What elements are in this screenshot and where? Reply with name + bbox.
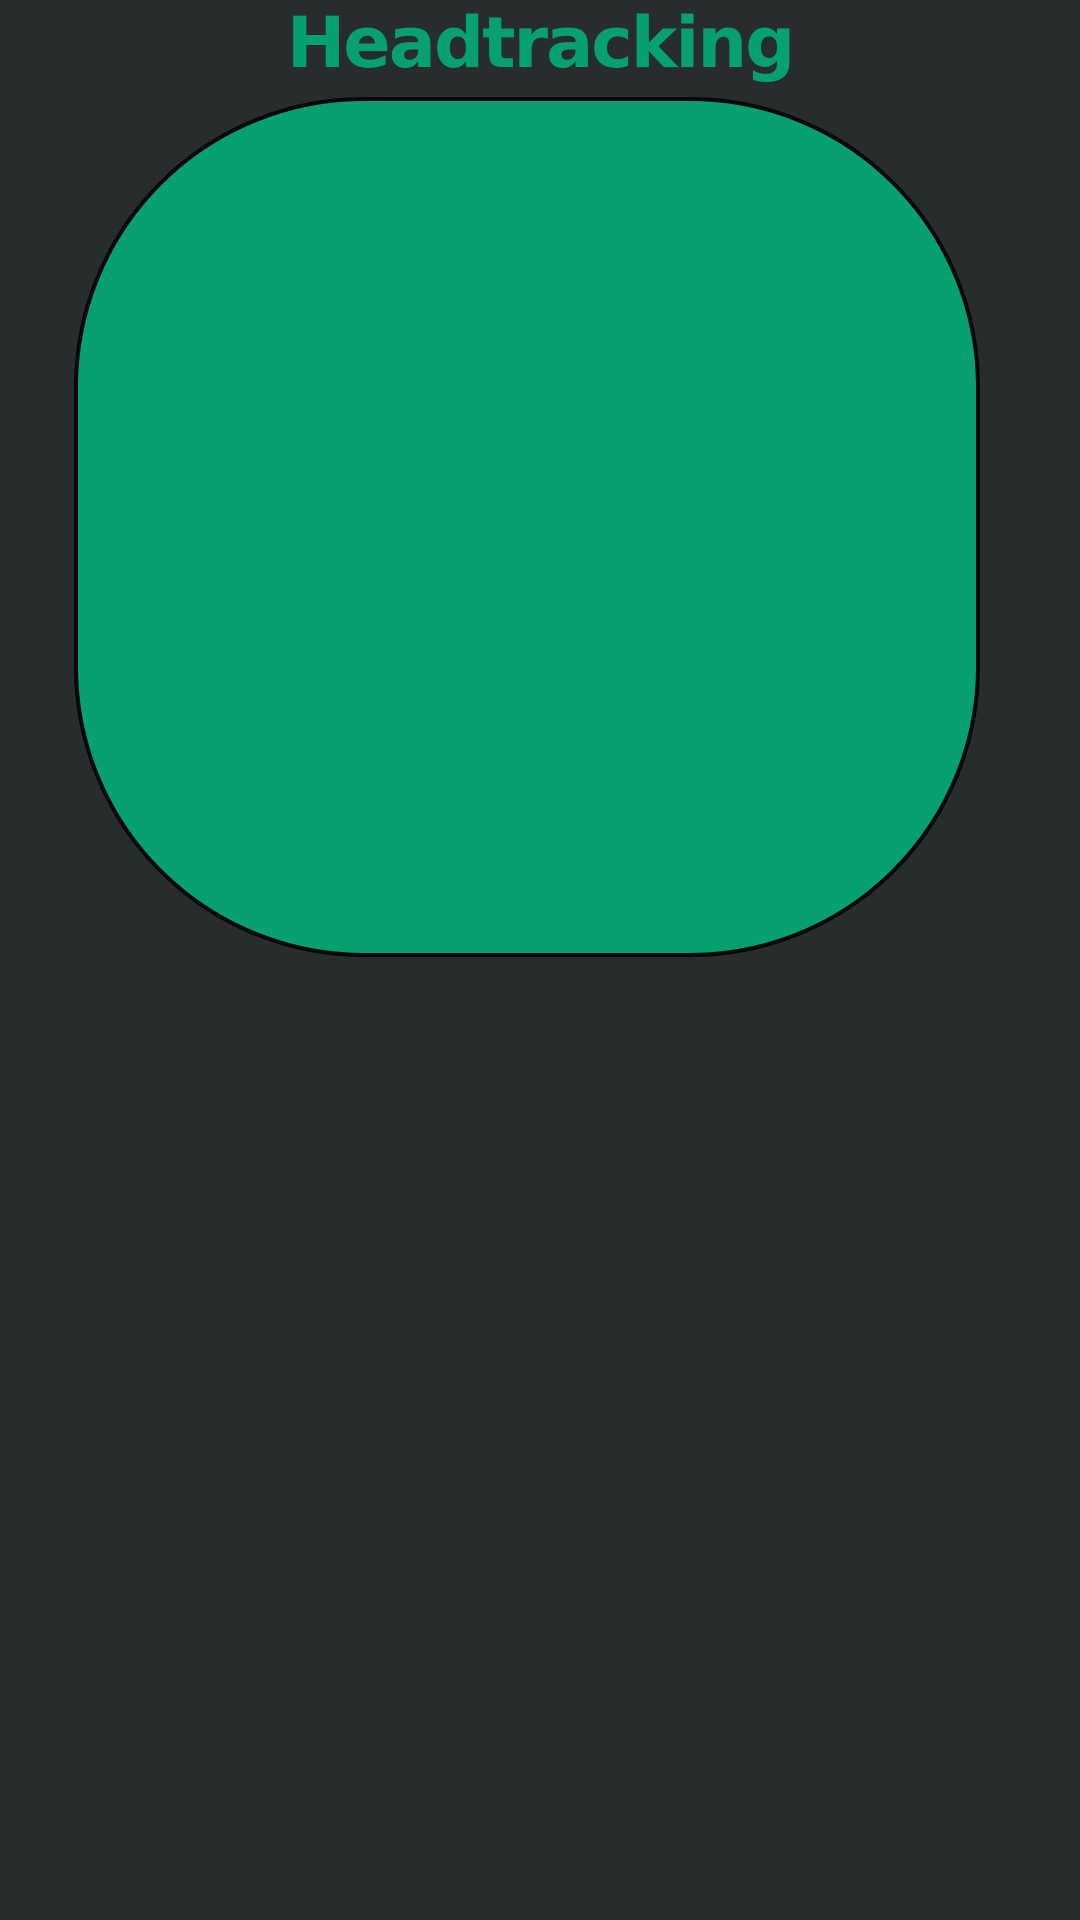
page-title: Headtracking <box>286 2 796 84</box>
headtracking-pad[interactable] <box>74 97 980 957</box>
